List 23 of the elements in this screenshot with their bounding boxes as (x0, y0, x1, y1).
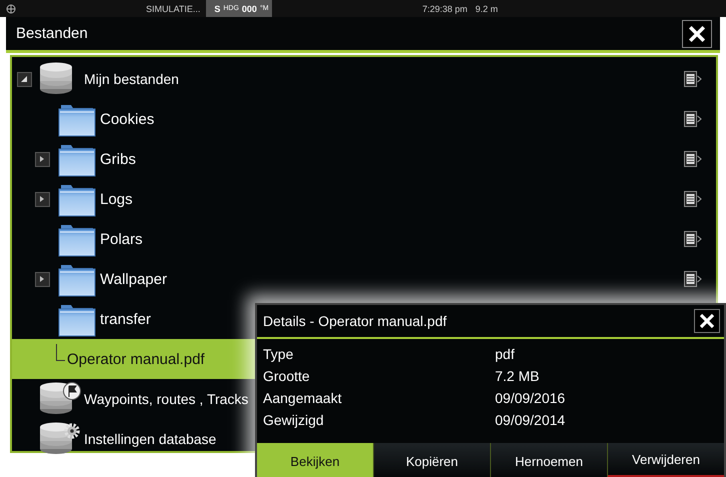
item-label: Polars (100, 230, 143, 248)
field-value: pdf (495, 346, 514, 362)
item-label: Operator manual.pdf (67, 350, 205, 368)
field-label: Grootte (263, 368, 311, 384)
field-label: Gewijzigd (263, 412, 325, 428)
item-label: Logs (100, 190, 133, 208)
mode-label: SIMULATIE... (146, 4, 200, 14)
item-label: Wallpaper (100, 270, 167, 288)
field-label: Aangemaakt (263, 390, 343, 406)
depth-label: 9.2 m (475, 4, 498, 14)
item-label: Cookies (100, 110, 154, 128)
time-label: 7:29:38 pm (422, 4, 468, 14)
item-label: Mijn bestanden (84, 71, 179, 87)
field-value: 09/09/2016 (495, 390, 566, 406)
field-value: 09/09/2014 (495, 412, 566, 428)
window-title: Bestanden (16, 25, 88, 42)
field-value: 7.2 MB (495, 368, 540, 384)
dialog-title: Details - Operator manual.pdf (263, 313, 447, 329)
item-label: Instellingen database (84, 431, 216, 447)
item-label: Gribs (100, 150, 136, 168)
item-label: transfer (100, 310, 151, 328)
field-label: Type (263, 346, 294, 362)
item-label: Waypoints, routes , Tracks (84, 391, 248, 407)
